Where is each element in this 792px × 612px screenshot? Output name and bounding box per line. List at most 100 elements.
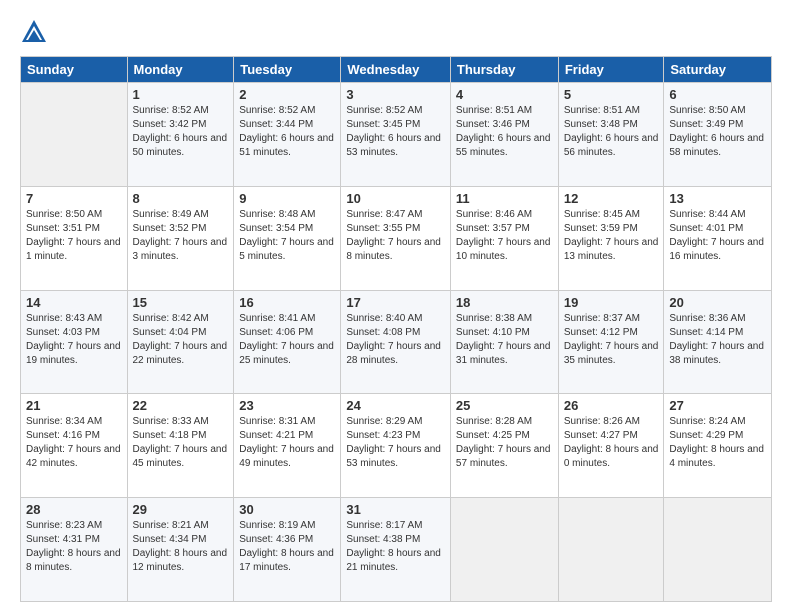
day-info: Sunrise: 8:24 AMSunset: 4:29 PMDaylight:… bbox=[669, 415, 766, 471]
calendar-cell: 23 Sunrise: 8:31 AMSunset: 4:21 PMDayligh… bbox=[234, 394, 341, 498]
calendar-cell: 29 Sunrise: 8:21 AMSunset: 4:34 PMDayligh… bbox=[127, 498, 234, 602]
day-number: 26 bbox=[564, 398, 659, 413]
day-number: 8 bbox=[133, 191, 229, 206]
day-info: Sunrise: 8:51 AMSunset: 3:46 PMDaylight:… bbox=[456, 104, 553, 160]
day-info: Sunrise: 8:50 AMSunset: 3:49 PMDaylight:… bbox=[669, 104, 766, 160]
day-info: Sunrise: 8:40 AMSunset: 4:08 PMDaylight:… bbox=[346, 312, 445, 368]
day-number: 28 bbox=[26, 502, 122, 517]
day-info: Sunrise: 8:21 AMSunset: 4:34 PMDaylight:… bbox=[133, 519, 229, 575]
day-info: Sunrise: 8:52 AMSunset: 3:44 PMDaylight:… bbox=[239, 104, 335, 160]
calendar-cell: 14 Sunrise: 8:43 AMSunset: 4:03 PMDayligh… bbox=[21, 290, 128, 394]
day-number: 24 bbox=[346, 398, 445, 413]
calendar-cell: 13Sunrise: 8:44 AMSunset: 4:01 PMDayligh… bbox=[664, 186, 772, 290]
day-number: 13 bbox=[669, 191, 766, 206]
day-number: 21 bbox=[26, 398, 122, 413]
calendar-cell: 24 Sunrise: 8:29 AMSunset: 4:23 PMDayligh… bbox=[341, 394, 451, 498]
logo bbox=[20, 18, 52, 46]
calendar-cell: 26Sunrise: 8:26 AMSunset: 4:27 PMDayligh… bbox=[558, 394, 664, 498]
day-info: Sunrise: 8:36 AMSunset: 4:14 PMDaylight:… bbox=[669, 312, 766, 368]
day-number: 25 bbox=[456, 398, 553, 413]
header bbox=[20, 18, 772, 46]
day-number: 2 bbox=[239, 87, 335, 102]
day-info: Sunrise: 8:41 AMSunset: 4:06 PMDaylight:… bbox=[239, 312, 335, 368]
calendar-week-row: 7 Sunrise: 8:50 AMSunset: 3:51 PMDaylight… bbox=[21, 186, 772, 290]
day-header-friday: Friday bbox=[558, 57, 664, 83]
day-info: Sunrise: 8:33 AMSunset: 4:18 PMDaylight:… bbox=[133, 415, 229, 471]
day-number: 16 bbox=[239, 295, 335, 310]
calendar-cell: 30Sunrise: 8:19 AMSunset: 4:36 PMDayligh… bbox=[234, 498, 341, 602]
day-info: Sunrise: 8:43 AMSunset: 4:03 PMDaylight:… bbox=[26, 312, 122, 368]
day-info: Sunrise: 8:51 AMSunset: 3:48 PMDaylight:… bbox=[564, 104, 659, 160]
day-number: 12 bbox=[564, 191, 659, 206]
day-info: Sunrise: 8:48 AMSunset: 3:54 PMDaylight:… bbox=[239, 208, 335, 264]
day-number: 3 bbox=[346, 87, 445, 102]
calendar-cell bbox=[21, 83, 128, 187]
calendar-week-row: 1Sunrise: 8:52 AMSunset: 3:42 PMDaylight… bbox=[21, 83, 772, 187]
day-info: Sunrise: 8:47 AMSunset: 3:55 PMDaylight:… bbox=[346, 208, 445, 264]
day-info: Sunrise: 8:34 AMSunset: 4:16 PMDaylight:… bbox=[26, 415, 122, 471]
day-number: 6 bbox=[669, 87, 766, 102]
day-number: 19 bbox=[564, 295, 659, 310]
calendar-cell bbox=[558, 498, 664, 602]
calendar-week-row: 28 Sunrise: 8:23 AMSunset: 4:31 PMDayligh… bbox=[21, 498, 772, 602]
day-number: 22 bbox=[133, 398, 229, 413]
day-number: 7 bbox=[26, 191, 122, 206]
calendar-cell: 11Sunrise: 8:46 AMSunset: 3:57 PMDayligh… bbox=[450, 186, 558, 290]
day-number: 20 bbox=[669, 295, 766, 310]
day-info: Sunrise: 8:28 AMSunset: 4:25 PMDaylight:… bbox=[456, 415, 553, 471]
day-number: 17 bbox=[346, 295, 445, 310]
day-info: Sunrise: 8:49 AMSunset: 3:52 PMDaylight:… bbox=[133, 208, 229, 264]
day-info: Sunrise: 8:42 AMSunset: 4:04 PMDaylight:… bbox=[133, 312, 229, 368]
calendar-cell: 9Sunrise: 8:48 AMSunset: 3:54 PMDaylight… bbox=[234, 186, 341, 290]
day-number: 14 bbox=[26, 295, 122, 310]
calendar-cell bbox=[450, 498, 558, 602]
day-info: Sunrise: 8:23 AMSunset: 4:31 PMDaylight:… bbox=[26, 519, 122, 575]
day-info: Sunrise: 8:46 AMSunset: 3:57 PMDaylight:… bbox=[456, 208, 553, 264]
calendar-cell: 20 Sunrise: 8:36 AMSunset: 4:14 PMDayligh… bbox=[664, 290, 772, 394]
day-number: 27 bbox=[669, 398, 766, 413]
calendar-cell: 19Sunrise: 8:37 AMSunset: 4:12 PMDayligh… bbox=[558, 290, 664, 394]
day-info: Sunrise: 8:17 AMSunset: 4:38 PMDaylight:… bbox=[346, 519, 445, 575]
calendar-cell: 16 Sunrise: 8:41 AMSunset: 4:06 PMDayligh… bbox=[234, 290, 341, 394]
calendar-cell: 5 Sunrise: 8:51 AMSunset: 3:48 PMDaylight… bbox=[558, 83, 664, 187]
calendar-cell: 2 Sunrise: 8:52 AMSunset: 3:44 PMDaylight… bbox=[234, 83, 341, 187]
day-number: 1 bbox=[133, 87, 229, 102]
day-number: 5 bbox=[564, 87, 659, 102]
day-header-tuesday: Tuesday bbox=[234, 57, 341, 83]
day-number: 23 bbox=[239, 398, 335, 413]
calendar-cell: 18Sunrise: 8:38 AMSunset: 4:10 PMDayligh… bbox=[450, 290, 558, 394]
calendar-cell: 4 Sunrise: 8:51 AMSunset: 3:46 PMDaylight… bbox=[450, 83, 558, 187]
page: SundayMondayTuesdayWednesdayThursdayFrid… bbox=[0, 0, 792, 612]
day-number: 31 bbox=[346, 502, 445, 517]
day-info: Sunrise: 8:50 AMSunset: 3:51 PMDaylight:… bbox=[26, 208, 122, 264]
calendar-cell: 12 Sunrise: 8:45 AMSunset: 3:59 PMDayligh… bbox=[558, 186, 664, 290]
calendar-cell: 3 Sunrise: 8:52 AMSunset: 3:45 PMDaylight… bbox=[341, 83, 451, 187]
calendar-cell: 25 Sunrise: 8:28 AMSunset: 4:25 PMDayligh… bbox=[450, 394, 558, 498]
calendar-cell: 8 Sunrise: 8:49 AMSunset: 3:52 PMDaylight… bbox=[127, 186, 234, 290]
day-info: Sunrise: 8:29 AMSunset: 4:23 PMDaylight:… bbox=[346, 415, 445, 471]
calendar-header-row: SundayMondayTuesdayWednesdayThursdayFrid… bbox=[21, 57, 772, 83]
day-info: Sunrise: 8:52 AMSunset: 3:45 PMDaylight:… bbox=[346, 104, 445, 160]
calendar-cell: 22 Sunrise: 8:33 AMSunset: 4:18 PMDayligh… bbox=[127, 394, 234, 498]
day-info: Sunrise: 8:45 AMSunset: 3:59 PMDaylight:… bbox=[564, 208, 659, 264]
day-info: Sunrise: 8:31 AMSunset: 4:21 PMDaylight:… bbox=[239, 415, 335, 471]
day-header-sunday: Sunday bbox=[21, 57, 128, 83]
calendar-cell: 15Sunrise: 8:42 AMSunset: 4:04 PMDayligh… bbox=[127, 290, 234, 394]
day-header-wednesday: Wednesday bbox=[341, 57, 451, 83]
day-number: 29 bbox=[133, 502, 229, 517]
calendar-cell: 28 Sunrise: 8:23 AMSunset: 4:31 PMDayligh… bbox=[21, 498, 128, 602]
calendar-table: SundayMondayTuesdayWednesdayThursdayFrid… bbox=[20, 56, 772, 602]
day-number: 10 bbox=[346, 191, 445, 206]
day-header-saturday: Saturday bbox=[664, 57, 772, 83]
calendar-cell: 7 Sunrise: 8:50 AMSunset: 3:51 PMDaylight… bbox=[21, 186, 128, 290]
day-info: Sunrise: 8:38 AMSunset: 4:10 PMDaylight:… bbox=[456, 312, 553, 368]
day-info: Sunrise: 8:19 AMSunset: 4:36 PMDaylight:… bbox=[239, 519, 335, 575]
calendar-cell: 10 Sunrise: 8:47 AMSunset: 3:55 PMDayligh… bbox=[341, 186, 451, 290]
logo-icon bbox=[20, 18, 48, 46]
day-header-thursday: Thursday bbox=[450, 57, 558, 83]
calendar-cell: 1Sunrise: 8:52 AMSunset: 3:42 PMDaylight… bbox=[127, 83, 234, 187]
day-number: 4 bbox=[456, 87, 553, 102]
calendar-cell: 27 Sunrise: 8:24 AMSunset: 4:29 PMDayligh… bbox=[664, 394, 772, 498]
day-header-monday: Monday bbox=[127, 57, 234, 83]
calendar-cell: 6 Sunrise: 8:50 AMSunset: 3:49 PMDaylight… bbox=[664, 83, 772, 187]
